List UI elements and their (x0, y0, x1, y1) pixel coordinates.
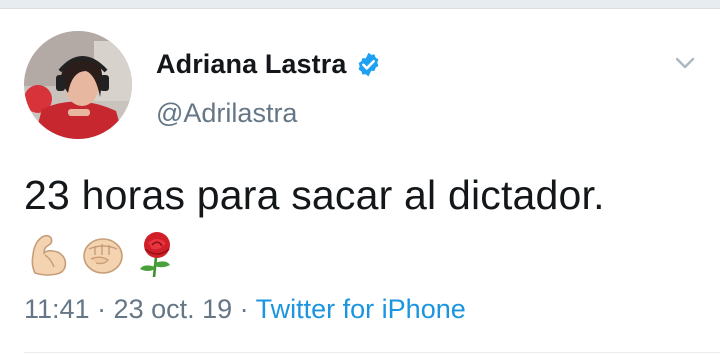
tweet-meta: 11:41 · 23 oct. 19 · Twitter for iPhone (24, 294, 466, 325)
chevron-down-icon[interactable] (672, 50, 698, 76)
top-divider (0, 0, 720, 9)
tweet-card: Adriana Lastra @Adrilastra 23 horas para… (0, 0, 720, 356)
rose-emoji (132, 229, 182, 279)
tweet-text: 23 horas para sacar al dictador. (24, 172, 605, 218)
author-name-row: Adriana Lastra (156, 47, 382, 81)
tweet-source-link[interactable]: Twitter for iPhone (256, 294, 466, 324)
author-name[interactable]: Adriana Lastra (156, 49, 346, 80)
bottom-divider (24, 352, 720, 353)
raised-fist-emoji (78, 229, 128, 279)
tweet-timestamp[interactable]: 11:41 · 23 oct. 19 · (24, 294, 256, 324)
author-handle[interactable]: @Adrilastra (156, 98, 297, 129)
emoji-row (24, 229, 186, 279)
verified-badge-icon (355, 51, 382, 78)
flexed-biceps-emoji (24, 229, 74, 279)
avatar[interactable] (24, 31, 132, 139)
